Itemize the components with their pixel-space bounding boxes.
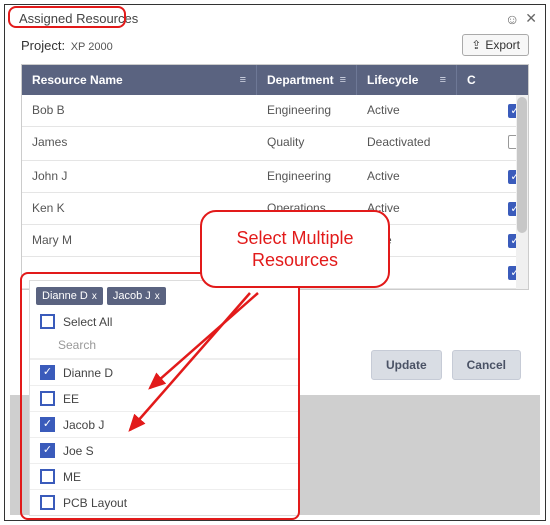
modal-title: Assigned Resources <box>13 9 144 28</box>
cell-department: Quality <box>257 127 357 160</box>
export-icon: ⇪ <box>471 38 481 52</box>
column-header-lifecycle[interactable]: Lifecycle ≡ <box>357 65 457 95</box>
column-menu-icon[interactable]: ≡ <box>240 74 246 86</box>
multiselect-option[interactable]: Joe S <box>30 437 298 463</box>
update-button[interactable]: Update <box>371 350 442 380</box>
multiselect-options: Dianne D EE Jacob J Joe S ME PCB Layout <box>30 359 298 515</box>
action-buttons: Update Cancel <box>371 350 521 380</box>
checkbox-icon[interactable] <box>40 417 55 432</box>
table-row[interactable]: Bob BEngineeringActive✓ <box>22 95 528 127</box>
chip[interactable]: Jacob J x <box>107 287 166 305</box>
multiselect-option[interactable]: Dianne D <box>30 359 298 385</box>
scrollbar-thumb[interactable] <box>517 97 527 233</box>
option-label: Jacob J <box>63 418 104 432</box>
cell-department: Engineering <box>257 161 357 192</box>
chip-remove-icon[interactable]: x <box>92 291 97 302</box>
grid-header: Resource Name ≡ Department ≡ Lifecycle ≡… <box>22 65 528 95</box>
export-button[interactable]: ⇪ Export <box>462 34 529 56</box>
option-label: EE <box>63 392 79 406</box>
checkbox-icon[interactable] <box>40 443 55 458</box>
multiselect-option[interactable]: EE <box>30 385 298 411</box>
multiselect-option[interactable]: ME <box>30 463 298 489</box>
annotation-callout: Select Multiple Resources <box>200 210 390 288</box>
column-header-check[interactable]: C <box>457 65 528 95</box>
option-label: PCB Layout <box>63 496 127 510</box>
cell-resource: Bob B <box>22 95 257 126</box>
cell-lifecycle: Deactivated <box>357 127 457 160</box>
multiselect-search[interactable]: Search <box>30 334 298 359</box>
multiselect-option[interactable]: PCB Layout <box>30 489 298 515</box>
select-all-row[interactable]: Select All <box>30 309 298 334</box>
checkbox-icon[interactable] <box>40 314 55 329</box>
option-label: Dianne D <box>63 366 113 380</box>
column-header-department[interactable]: Department ≡ <box>257 65 357 95</box>
cell-lifecycle: Active <box>357 95 457 126</box>
multiselect-popup: Dianne D xJacob J x Select All Search Di… <box>29 280 299 516</box>
select-all-label: Select All <box>63 315 112 329</box>
smile-icon[interactable]: ☺ <box>505 11 519 27</box>
chip-remove-icon[interactable]: x <box>155 291 160 302</box>
project-name: XP 2000 <box>71 41 113 53</box>
option-label: ME <box>63 470 81 484</box>
option-label: Joe S <box>63 444 94 458</box>
chip-label: Jacob J <box>113 290 151 302</box>
project-label-text: Project: <box>21 38 65 53</box>
checkbox-icon[interactable] <box>40 365 55 380</box>
column-menu-icon[interactable]: ≡ <box>340 74 346 86</box>
cell-lifecycle: Active <box>357 161 457 192</box>
modal-header: Assigned Resources ☺ ✕ <box>5 5 545 30</box>
checkbox-icon[interactable] <box>40 469 55 484</box>
table-row[interactable]: John JEngineeringActive✓ <box>22 161 528 193</box>
search-placeholder: Search <box>58 338 96 352</box>
checkbox-icon[interactable] <box>40 495 55 510</box>
column-header-resource[interactable]: Resource Name ≡ <box>22 65 257 95</box>
close-icon[interactable]: ✕ <box>525 10 537 27</box>
column-menu-icon[interactable]: ≡ <box>440 74 446 86</box>
cancel-button[interactable]: Cancel <box>452 350 521 380</box>
checkbox-icon[interactable] <box>40 391 55 406</box>
multiselect-option[interactable]: Jacob J <box>30 411 298 437</box>
cell-resource: James <box>22 127 257 160</box>
chip[interactable]: Dianne D x <box>36 287 103 305</box>
scrollbar[interactable] <box>516 95 528 289</box>
cell-department: Engineering <box>257 95 357 126</box>
table-row[interactable]: JamesQualityDeactivated <box>22 127 528 161</box>
cell-resource: John J <box>22 161 257 192</box>
chip-label: Dianne D <box>42 290 88 302</box>
export-button-label: Export <box>485 38 520 52</box>
project-label: Project: XP 2000 <box>21 38 113 53</box>
